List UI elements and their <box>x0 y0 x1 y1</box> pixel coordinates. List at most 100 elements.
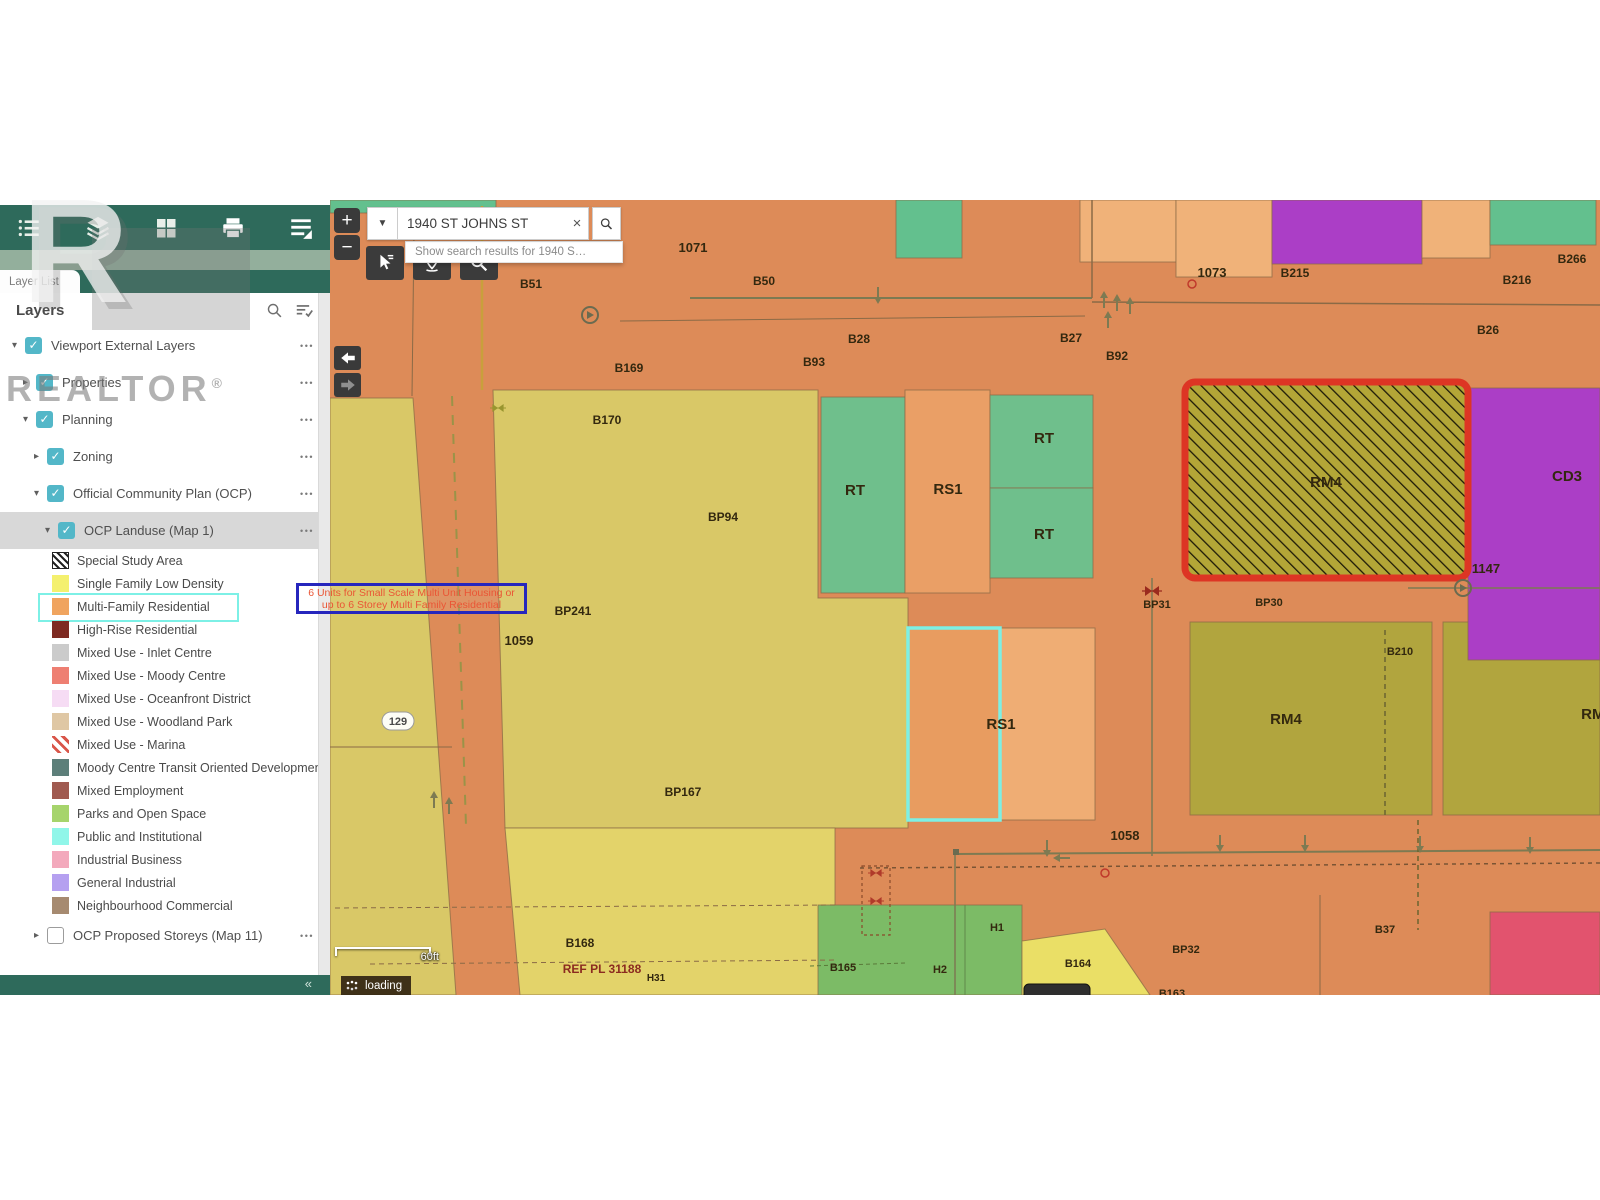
chevron-right-icon[interactable]: ▸ <box>34 451 47 462</box>
layer-checkbox[interactable]: ✓ <box>36 374 53 391</box>
svg-text:1147: 1147 <box>1472 561 1500 576</box>
legend-label: Industrial Business <box>77 853 182 867</box>
legend-swatch <box>52 874 69 891</box>
svg-text:B168: B168 <box>566 936 595 950</box>
svg-text:B28: B28 <box>848 332 870 346</box>
layer-label: Official Community Plan (OCP) <box>73 486 300 501</box>
layer-list-icon[interactable] <box>16 215 42 241</box>
search-button[interactable] <box>592 207 621 240</box>
legend-swatch <box>52 782 69 799</box>
legend-swatch <box>52 598 69 615</box>
layer-tree-item[interactable]: ▾✓ Viewport External Layers••• <box>0 327 330 364</box>
print-icon[interactable] <box>220 215 246 241</box>
svg-text:B51: B51 <box>520 277 542 291</box>
layer-checkbox[interactable]: ✓ <box>58 522 75 539</box>
search-bar: ▼ × <box>367 207 621 240</box>
search-suggestion[interactable]: Show search results for 1940 S… <box>405 241 623 263</box>
svg-text:BP31: BP31 <box>1143 599 1171 611</box>
layer-label: Viewport External Layers <box>51 338 300 353</box>
svg-text:B215: B215 <box>1281 266 1310 280</box>
select-tool-button[interactable] <box>366 246 404 280</box>
layer-checkbox[interactable]: ✓ <box>25 337 42 354</box>
svg-text:B170: B170 <box>593 413 622 427</box>
tab-layer-list[interactable]: Layer List <box>0 270 80 293</box>
legend-swatch <box>52 713 69 730</box>
layer-tree-item[interactable]: ▸✓Properties••• <box>0 364 330 401</box>
loading-indicator: loading <box>341 976 411 995</box>
svg-text:B163: B163 <box>1159 988 1185 995</box>
layer-tree: ▾✓Viewport External Layers•••▸✓Propertie… <box>0 327 330 549</box>
basemap-grid-icon[interactable] <box>154 216 178 240</box>
layer-checkbox[interactable] <box>47 927 64 944</box>
chevron-right-icon[interactable]: ▸ <box>34 930 47 941</box>
svg-text:RM4: RM4 <box>1310 474 1342 491</box>
map-text-annotation: 6 Units for Small Scale Multi Unit Housi… <box>296 583 527 614</box>
svg-text:1059: 1059 <box>505 633 534 648</box>
next-extent-button[interactable] <box>334 373 361 397</box>
legend-item: Multi-Family Residential <box>0 595 330 618</box>
svg-text:H1: H1 <box>990 922 1004 934</box>
sidebar-footer: « <box>0 975 330 995</box>
zoom-out-button[interactable]: − <box>334 235 360 260</box>
sidebar: Layer List Layers <box>0 205 330 995</box>
chevron-right-icon[interactable]: ▸ <box>23 377 36 388</box>
legend-label: Public and Institutional <box>77 830 202 844</box>
chevron-down-icon[interactable]: ▾ <box>34 488 47 499</box>
legend-icon[interactable] <box>288 215 314 241</box>
svg-text:RT: RT <box>1034 526 1054 543</box>
collapse-panel-icon[interactable]: « <box>305 976 312 991</box>
layer-tree-item[interactable]: ▸OCP Proposed Storeys (Map 11)••• <box>0 917 330 954</box>
sidebar-toolbar <box>0 205 330 250</box>
layer-tree-item[interactable]: ▾✓OCP Landuse (Map 1)••• <box>0 512 330 549</box>
legend-label: Mixed Use - Marina <box>77 738 185 752</box>
layer-tree-item[interactable]: ▸✓Zoning••• <box>0 438 330 475</box>
layer-menu-icon[interactable]: ••• <box>300 415 314 425</box>
zoom-in-button[interactable]: + <box>334 208 360 233</box>
legend-label: High-Rise Residential <box>77 623 197 637</box>
scale-bar: 60ft <box>335 947 431 956</box>
layer-search-button[interactable] <box>266 302 283 319</box>
layer-tree-item[interactable]: ▾✓ Official Community Plan (OCP)••• <box>0 475 330 512</box>
legend-label: Mixed Use - Oceanfront District <box>77 692 251 706</box>
layer-checkbox[interactable]: ✓ <box>47 485 64 502</box>
layer-menu-icon[interactable]: ••• <box>300 378 314 388</box>
layer-tree-item[interactable]: ▾✓Planning••• <box>0 401 330 438</box>
layers-icon[interactable] <box>84 214 112 242</box>
search-input[interactable] <box>398 216 566 231</box>
scale-bar-line <box>335 947 431 956</box>
layer-menu-icon[interactable]: ••• <box>300 452 314 462</box>
search-source-dropdown[interactable]: ▼ <box>367 207 397 240</box>
chevron-down-icon[interactable]: ▾ <box>23 414 36 425</box>
clear-search-icon[interactable]: × <box>566 215 588 232</box>
legend-swatch <box>52 759 69 776</box>
legend-label: Mixed Use - Moody Centre <box>77 669 226 683</box>
layer-menu-icon[interactable]: ••• <box>300 341 314 351</box>
svg-text:RT: RT <box>845 482 865 499</box>
app-window: 129B511071B50B28B93B169B27B921073B215B21… <box>0 0 1600 1200</box>
layer-menu-icon[interactable]: ••• <box>300 526 314 536</box>
panel-title: Layers <box>16 302 254 319</box>
svg-text:RM4: RM4 <box>1581 706 1600 723</box>
legend-list: Special Study AreaSingle Family Low Dens… <box>0 549 330 917</box>
legend-swatch <box>52 851 69 868</box>
svg-text:B164: B164 <box>1065 958 1092 970</box>
legend-item: Industrial Business <box>0 848 330 871</box>
layer-checkbox[interactable]: ✓ <box>47 448 64 465</box>
previous-extent-button[interactable] <box>334 346 361 370</box>
pointer-icon <box>374 252 396 274</box>
svg-text:1058: 1058 <box>1111 828 1140 843</box>
chevron-down-icon[interactable]: ▾ <box>45 525 58 536</box>
svg-text:B266: B266 <box>1558 252 1587 266</box>
svg-text:REF PL 31188: REF PL 31188 <box>563 962 642 976</box>
legend-swatch <box>52 897 69 914</box>
legend-label: Neighbourhood Commercial <box>77 899 233 913</box>
layer-checkbox[interactable]: ✓ <box>36 411 53 428</box>
svg-text:RS1: RS1 <box>933 481 962 498</box>
layer-filter-button[interactable] <box>295 302 314 319</box>
chevron-down-icon[interactable]: ▾ <box>12 340 25 351</box>
panel-scrollbar[interactable] <box>318 293 330 975</box>
layer-menu-icon[interactable]: ••• <box>300 489 314 499</box>
svg-text:B50: B50 <box>753 274 775 288</box>
legend-label: Multi-Family Residential <box>77 600 210 614</box>
layer-menu-icon[interactable]: ••• <box>300 931 314 941</box>
